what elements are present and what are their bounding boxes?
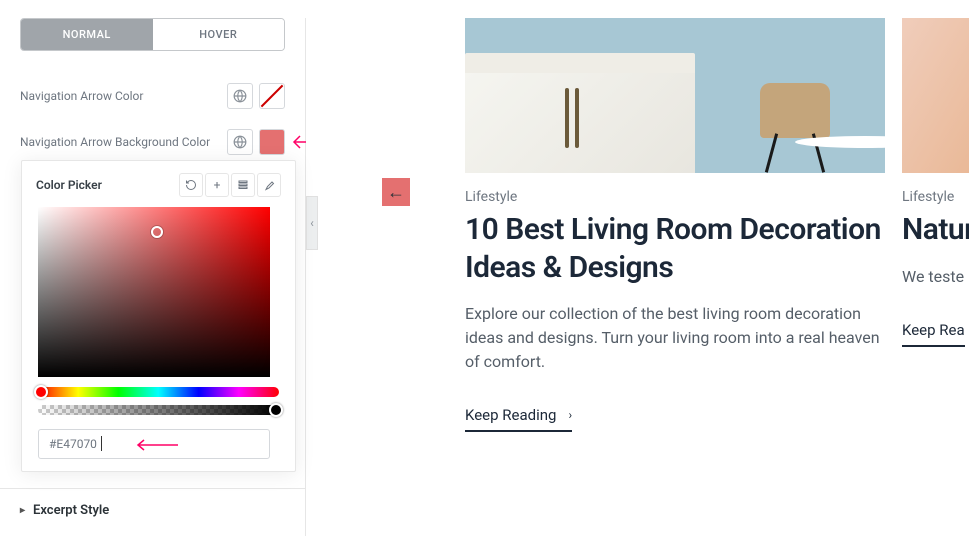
control-label: Navigation Arrow Color <box>20 89 143 103</box>
chevron-right-icon: › <box>568 408 572 422</box>
chevron-left-icon: ‹ <box>310 216 314 230</box>
state-tabs: NORMAL HOVER <box>20 18 285 51</box>
post-card: Lifestyle 10 Best Living Room Decoration… <box>465 18 885 432</box>
post-excerpt: We teste natural, o Glow up <box>902 265 969 289</box>
tab-hover[interactable]: HOVER <box>153 19 285 50</box>
post-image <box>902 18 969 173</box>
control-nav-arrow-color: Navigation Arrow Color <box>0 73 305 119</box>
control-nav-arrow-bg-color: Navigation Arrow Background Color <box>0 119 305 165</box>
eyedropper-icon[interactable] <box>257 173 281 197</box>
alpha-slider[interactable] <box>38 405 279 415</box>
post-card: Lifestyle Natur Skin T We teste natural,… <box>902 18 969 347</box>
preview-area: ‹ ← Lifestyle 10 Best Living Room Decora… <box>306 18 969 536</box>
post-excerpt: Explore our collection of the best livin… <box>465 302 885 374</box>
panel-collapse-handle[interactable]: ‹ <box>306 196 318 250</box>
add-icon[interactable]: + <box>205 173 229 197</box>
post-title[interactable]: 10 Best Living Room Decoration Ideas & D… <box>465 211 885 286</box>
list-icon[interactable] <box>231 173 255 197</box>
saturation-area[interactable] <box>38 207 270 377</box>
color-picker-popover: Color Picker + <box>21 160 296 472</box>
hue-slider[interactable] <box>38 387 279 397</box>
text-cursor <box>101 436 102 451</box>
post-image <box>465 18 885 173</box>
keep-reading-link[interactable]: Keep Rea <box>902 321 965 347</box>
post-category[interactable]: Lifestyle <box>902 189 969 205</box>
post-title[interactable]: Natur Skin T <box>902 211 969 249</box>
editor-sidebar: NORMAL HOVER Navigation Arrow Color Navi… <box>0 18 306 536</box>
globe-icon[interactable] <box>227 83 253 109</box>
control-label: Navigation Arrow Background Color <box>20 135 210 149</box>
arrow-left-icon: ← <box>387 182 405 203</box>
section-label: Excerpt Style <box>33 503 109 518</box>
hue-handle[interactable] <box>34 385 48 399</box>
keep-reading-link[interactable]: Keep Reading › <box>465 406 572 432</box>
globe-icon[interactable] <box>227 129 253 155</box>
reset-icon[interactable] <box>179 173 203 197</box>
tab-normal[interactable]: NORMAL <box>21 19 153 50</box>
color-swatch-selected[interactable] <box>259 129 285 155</box>
color-picker-title: Color Picker <box>36 178 102 192</box>
carousel-prev-button[interactable]: ← <box>382 178 410 206</box>
chevron-right-icon: ▸ <box>20 505 25 516</box>
alpha-handle[interactable] <box>269 403 283 417</box>
annotation-arrow-icon <box>134 439 178 451</box>
excerpt-style-section[interactable]: ▸ Excerpt Style <box>0 488 306 532</box>
color-swatch-none[interactable] <box>259 83 285 109</box>
saturation-handle[interactable] <box>151 226 163 238</box>
post-category[interactable]: Lifestyle <box>465 189 885 205</box>
